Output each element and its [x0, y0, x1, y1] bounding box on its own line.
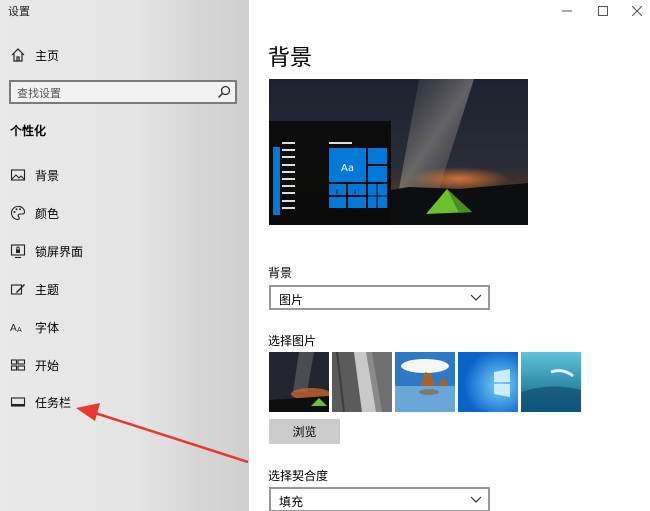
sidebar-item-label: 锁屏界面 — [35, 245, 84, 259]
sidebar-item-label: 主题 — [35, 283, 60, 297]
sidebar-item-label: 颜色 — [35, 207, 60, 221]
close-button[interactable] — [619, 0, 650, 22]
minimize-icon — [562, 10, 572, 12]
window-title: 设置 — [8, 5, 30, 18]
svg-text:A: A — [17, 326, 22, 334]
font-icon: A A — [10, 323, 22, 334]
start-tiles-icon — [10, 359, 26, 371]
fit-dropdown-value: 填充 — [279, 495, 304, 509]
sidebar-item-fonts[interactable]: A A 字体 — [0, 312, 249, 342]
choose-picture-label: 选择图片 — [268, 334, 317, 348]
minimize-button[interactable] — [549, 0, 585, 22]
sidebar-item-label: 开始 — [35, 359, 60, 373]
palette-icon — [10, 205, 26, 221]
sidebar-item-label: 任务栏 — [35, 396, 72, 410]
fit-dropdown[interactable]: 填充 — [269, 487, 490, 511]
close-icon — [632, 6, 642, 16]
sidebar-item-label: 背景 — [35, 169, 60, 183]
sidebar-item-themes[interactable]: 主题 — [0, 274, 249, 304]
search-box[interactable] — [9, 80, 237, 104]
home-icon — [11, 48, 25, 62]
search-input[interactable] — [11, 83, 206, 104]
sidebar-item-home[interactable]: 主页 — [0, 44, 249, 66]
sidebar-item-lock-screen[interactable]: 锁屏界面 — [0, 236, 249, 266]
svg-text:A: A — [10, 323, 17, 334]
page-title: 背景 — [268, 46, 313, 71]
sidebar-item-label: 主页 — [35, 49, 60, 63]
chevron-down-icon — [470, 294, 482, 301]
picture-thumbnail[interactable] — [332, 352, 392, 412]
maximize-button[interactable] — [585, 0, 621, 22]
picture-thumbnail[interactable] — [269, 352, 329, 412]
section-title: 个性化 — [10, 124, 47, 138]
chevron-down-icon — [470, 496, 482, 503]
picture-thumbnail[interactable] — [458, 352, 518, 412]
picture-thumbnail[interactable] — [521, 352, 581, 412]
picture-thumbnail[interactable] — [395, 352, 455, 412]
browse-button[interactable]: 浏览 — [269, 419, 340, 444]
brush-icon — [10, 284, 25, 295]
preview-tile-label: Aa — [341, 163, 354, 174]
maximize-icon — [598, 6, 608, 16]
lock-screen-icon — [10, 244, 26, 259]
sidebar-item-taskbar[interactable]: 任务栏 — [0, 387, 249, 417]
sidebar-item-start[interactable]: 开始 — [0, 350, 249, 380]
sidebar: 设置 主页 个性化 背景 颜色 锁 — [0, 0, 249, 511]
picture-icon — [10, 169, 26, 181]
search-icon[interactable] — [217, 85, 231, 99]
sidebar-item-label: 字体 — [35, 321, 60, 335]
sidebar-item-colors[interactable]: 颜色 — [0, 198, 249, 228]
taskbar-icon — [10, 397, 26, 407]
background-label: 背景 — [268, 266, 293, 280]
background-dropdown[interactable]: 图片 — [269, 285, 490, 310]
sidebar-item-background[interactable]: 背景 — [0, 160, 249, 190]
background-dropdown-value: 图片 — [279, 293, 304, 307]
background-preview: Aa — [269, 79, 528, 225]
fit-label: 选择契合度 — [268, 469, 329, 483]
